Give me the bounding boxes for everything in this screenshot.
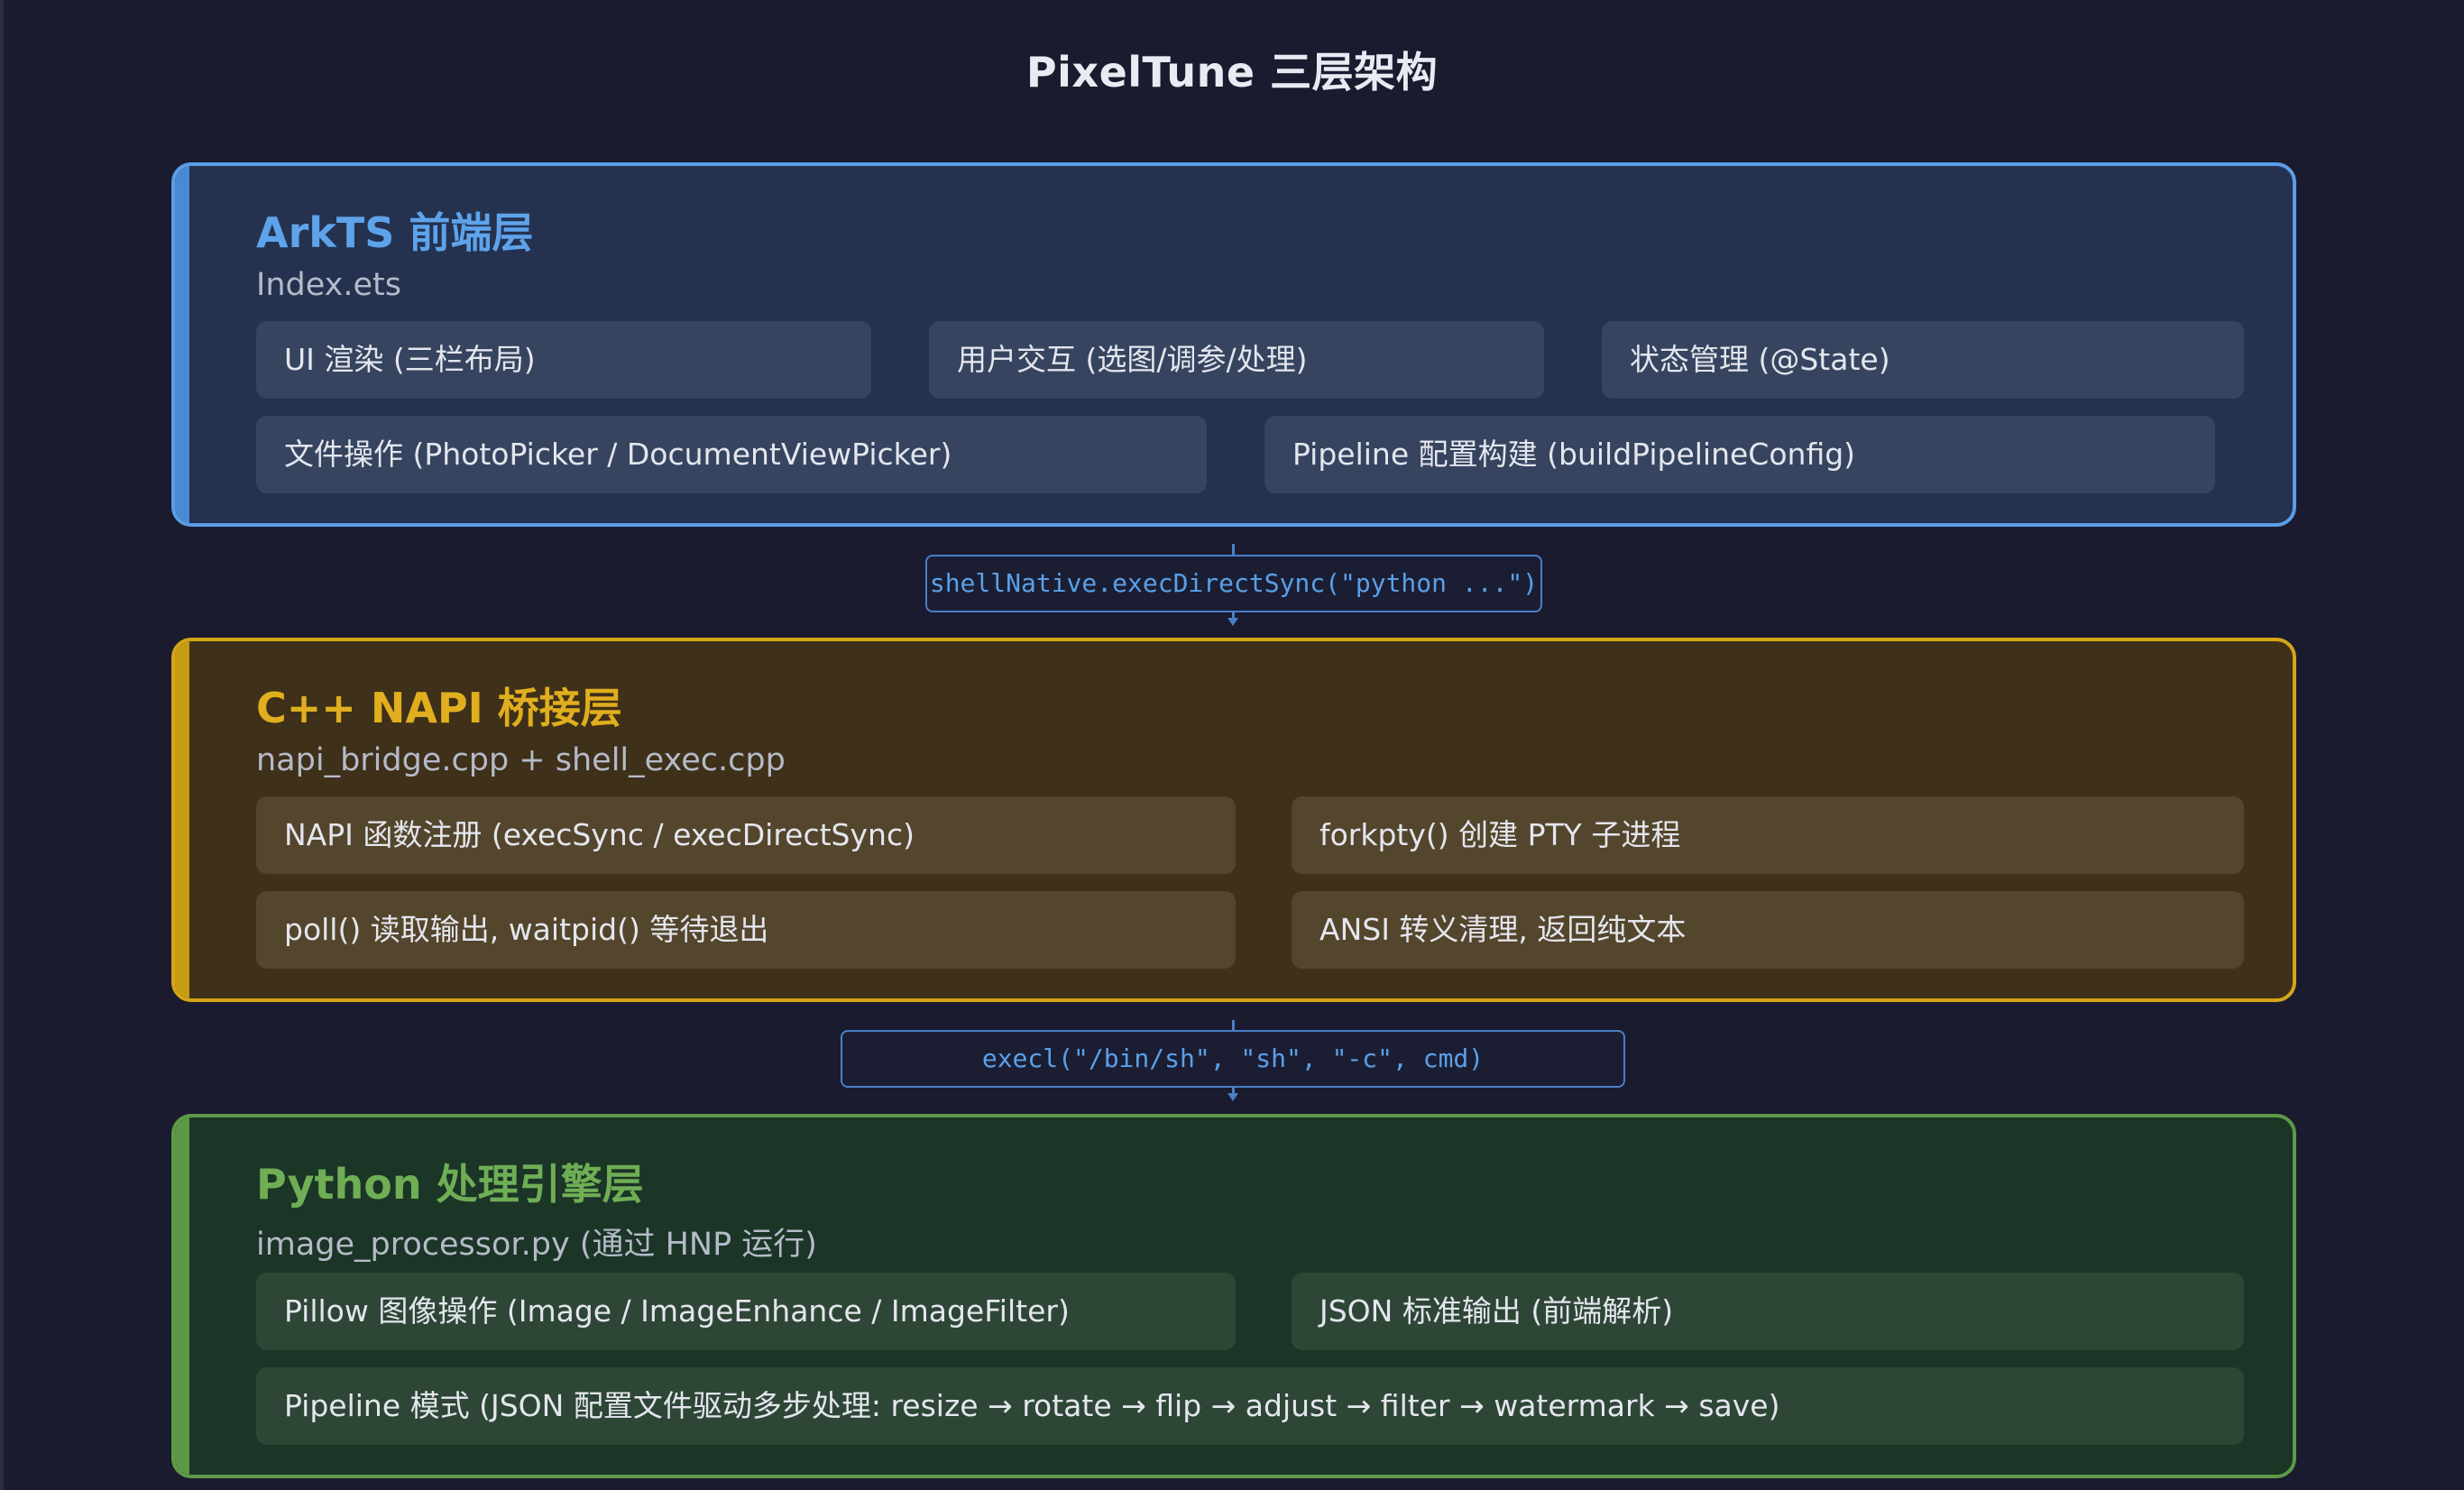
frontend-layer: ArkTS 前端层 Index.ets UI 渲染 (三栏布局) 用户交互 (选… (171, 162, 2296, 527)
frontend-layer-title: ArkTS 前端层 (256, 208, 534, 257)
frontend-layer-file: Index.ets (256, 267, 401, 303)
bridge-item-ansi-cleanup: ANSI 转义清理, 返回纯文本 (1292, 891, 2244, 969)
engine-item-pipeline-mode: Pipeline 模式 (JSON 配置文件驱动多步处理: resize → r… (256, 1367, 2244, 1445)
left-edge (0, 0, 4, 1490)
bridge-layer-title: C++ NAPI 桥接层 (256, 684, 622, 732)
engine-item-json-output: JSON 标准输出 (前端解析) (1292, 1273, 2244, 1350)
bridge-layer-stripe (175, 641, 189, 998)
frontend-item-ui-render: UI 渲染 (三栏布局) (256, 321, 871, 399)
frontend-item-pipeline-config: Pipeline 配置构建 (buildPipelineConfig) (1264, 416, 2215, 493)
frontend-item-user-interaction: 用户交互 (选图/调参/处理) (929, 321, 1544, 399)
engine-item-pillow-ops: Pillow 图像操作 (Image / ImageEnhance / Imag… (256, 1273, 1236, 1350)
bridge-item-napi-register: NAPI 函数注册 (execSync / execDirectSync) (256, 796, 1236, 874)
bridge-layer-files: napi_bridge.cpp + shell_exec.cpp (256, 742, 786, 778)
diagram-title: PixelTune 三层架构 (1025, 48, 1439, 97)
bridge-item-poll-waitpid: poll() 读取输出, waitpid() 等待退出 (256, 891, 1236, 969)
engine-layer-stripe (175, 1118, 189, 1475)
frontend-layer-stripe (175, 166, 189, 523)
frontend-item-file-ops: 文件操作 (PhotoPicker / DocumentViewPicker) (256, 416, 1207, 493)
connector-1-arrow-icon (1227, 618, 1238, 626)
engine-layer-title: Python 处理引擎层 (256, 1160, 644, 1209)
bridge-item-forkpty: forkpty() 创建 PTY 子进程 (1292, 796, 2244, 874)
bridge-layer: C++ NAPI 桥接层 napi_bridge.cpp + shell_exe… (171, 638, 2296, 1002)
connector-2-arrow-icon (1227, 1093, 1238, 1101)
engine-layer-file: image_processor.py (通过 HNP 运行) (256, 1227, 817, 1263)
connector-2-label: execl("/bin/sh", "sh", "-c", cmd) (841, 1030, 1625, 1088)
frontend-item-state-management: 状态管理 (@State) (1602, 321, 2244, 399)
connector-1-label: shellNative.execDirectSync("python ...") (925, 555, 1542, 612)
engine-layer: Python 处理引擎层 image_processor.py (通过 HNP … (171, 1114, 2296, 1478)
